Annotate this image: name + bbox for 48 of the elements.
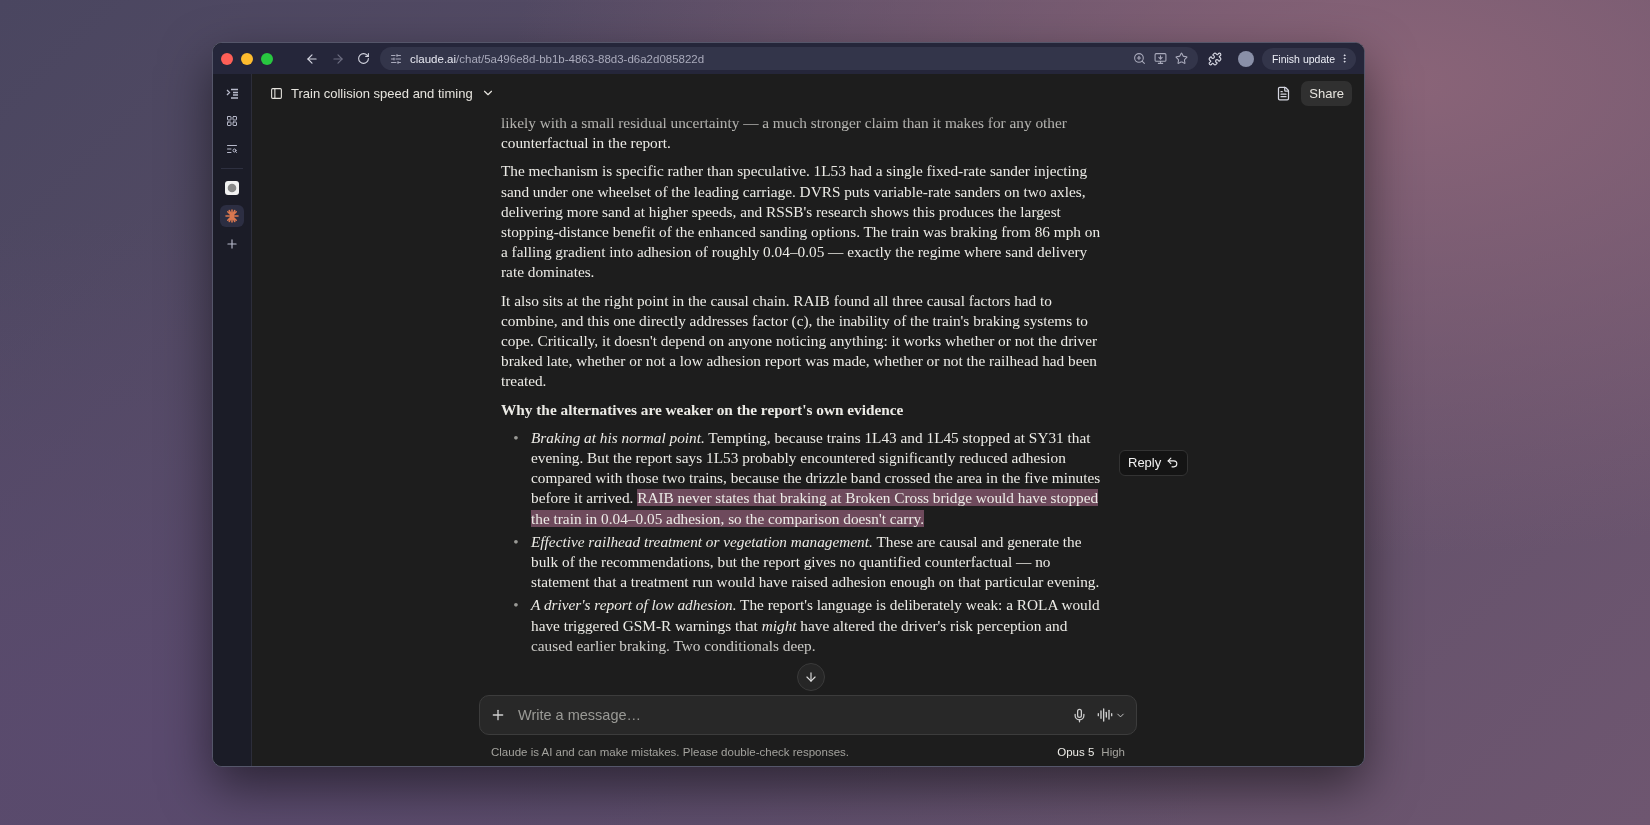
- bookmark-star-icon[interactable]: [1174, 52, 1188, 65]
- chat-title-button[interactable]: Train collision speed and timing: [266, 83, 499, 103]
- voice-mode-button[interactable]: [1097, 707, 1126, 723]
- plus-icon: [490, 707, 506, 723]
- zoom-icon[interactable]: [1132, 52, 1146, 65]
- url-text: claude.ai/chat/5a496e8d-bb1b-4863-88d3-d6a2d085822d: [410, 52, 706, 65]
- site-settings-icon[interactable]: [390, 52, 402, 65]
- message-input[interactable]: Write a message…: [516, 706, 1062, 724]
- bullet-marker: •: [512, 427, 520, 448]
- paragraph: The mechanism is specific rather than speculative. 1L53 had a single fixed-rate sander injecting sand under one wheelset of the leading carriage. DVRS puts variable-rate sanders on two axles, delivering more sand at higher speeds, and RSSB's research shows this produces the largest stopping-distance benefit of the enhanced sanding options. The train was braking from 86 mph on a falling gradient into adhesion of roughly 0.04–0.05 — exactly the regime where sand delivery rate dominates.: [501, 161, 1102, 283]
- reply-button[interactable]: Reply: [1119, 449, 1189, 476]
- bullet-marker: •: [512, 595, 520, 616]
- scroll-down-button[interactable]: [797, 663, 825, 691]
- plus-icon: [225, 237, 239, 251]
- bullet-text: Effective railhead treatment or vegetation management. These are causal and generate the bulk of the recommendations, but the report gives no quantified counterfactual — no statement that a treatment run would have raised adhesion enough on that particular evening.: [531, 531, 1101, 593]
- maximize-button[interactable]: [261, 52, 273, 65]
- paragraph: likely with a small residual uncertainty — a much stronger claim than it makes for any other counterfactual in the report.: [501, 113, 1068, 154]
- minimize-button[interactable]: [241, 52, 253, 65]
- address-bar[interactable]: claude.ai/chat/5a496e8d-bb1b-4863-88d3-d6a2d085822d: [380, 47, 1198, 70]
- disclaimer-text: Claude is AI and can make mistakes. Please double-check responses.: [491, 746, 850, 758]
- share-button[interactable]: Share: [1301, 80, 1352, 106]
- model-selector[interactable]: Opus 5 High: [1057, 746, 1125, 758]
- reload-icon: [357, 52, 370, 65]
- finish-update-button[interactable]: Finish update: [1261, 47, 1356, 70]
- add-attachment-button[interactable]: [490, 707, 506, 723]
- search-icon: [226, 143, 238, 155]
- grid-icon: [226, 115, 238, 127]
- reload-button[interactable]: [355, 50, 372, 67]
- bullet-marker: •: [512, 531, 520, 552]
- sparkle-icon: [225, 209, 239, 223]
- paragraph: It also sits at the right point in the causal chain. RAIB found all three causal factors had to combine, and this one directly addresses factor (c), the inability of the train's braking systems to cope. Critically, it doesn't depend on anyone noticing anything: it works whether or not the driver braked late, whether or not a low adhesion report was made, whether or not the railhead had been treated.: [501, 290, 1099, 392]
- bullet-text: Braking at his normal point. Tempting, because trains 1L43 and 1L45 stopped at SY31 that evening. But the report says 1L53 probably encountered significantly reduced adhesion compared with those two trains, because the drizzle band crossed the area in the five minutes before it arrived. RAIB never states that braking at Broken Cross bridge would have stopped the train in 0.04–0.05 adhesion, so the comparison doesn't carry.: [531, 427, 1102, 529]
- section-heading: Why the alternatives are weaker on the report's own evidence: [501, 399, 905, 420]
- profile-avatar[interactable]: [1237, 50, 1254, 67]
- puzzle-icon: [1207, 51, 1222, 66]
- panel-icon: [270, 86, 283, 100]
- sidebar-toggle-icon[interactable]: [225, 87, 239, 99]
- message-field[interactable]: Write a message…: [479, 695, 1137, 735]
- arrow-down-icon: [804, 670, 818, 684]
- microphone-icon: [1072, 707, 1087, 723]
- reply-arrow-icon: [1166, 456, 1180, 470]
- close-button[interactable]: [221, 52, 233, 65]
- audio-lines-icon: [1097, 707, 1113, 723]
- bullet-text: A driver's report of low adhesion. The report's language is deliberately weak: a ROLA would have triggered GSM-R warnings that might have altered the driver's risk perception and caused earlier braking. Two conditionals deep.: [531, 595, 1101, 656]
- document-icon: [1276, 85, 1292, 101]
- install-icon[interactable]: [1153, 52, 1167, 65]
- app-icon: [225, 181, 239, 195]
- microphone-button[interactable]: [1072, 707, 1087, 723]
